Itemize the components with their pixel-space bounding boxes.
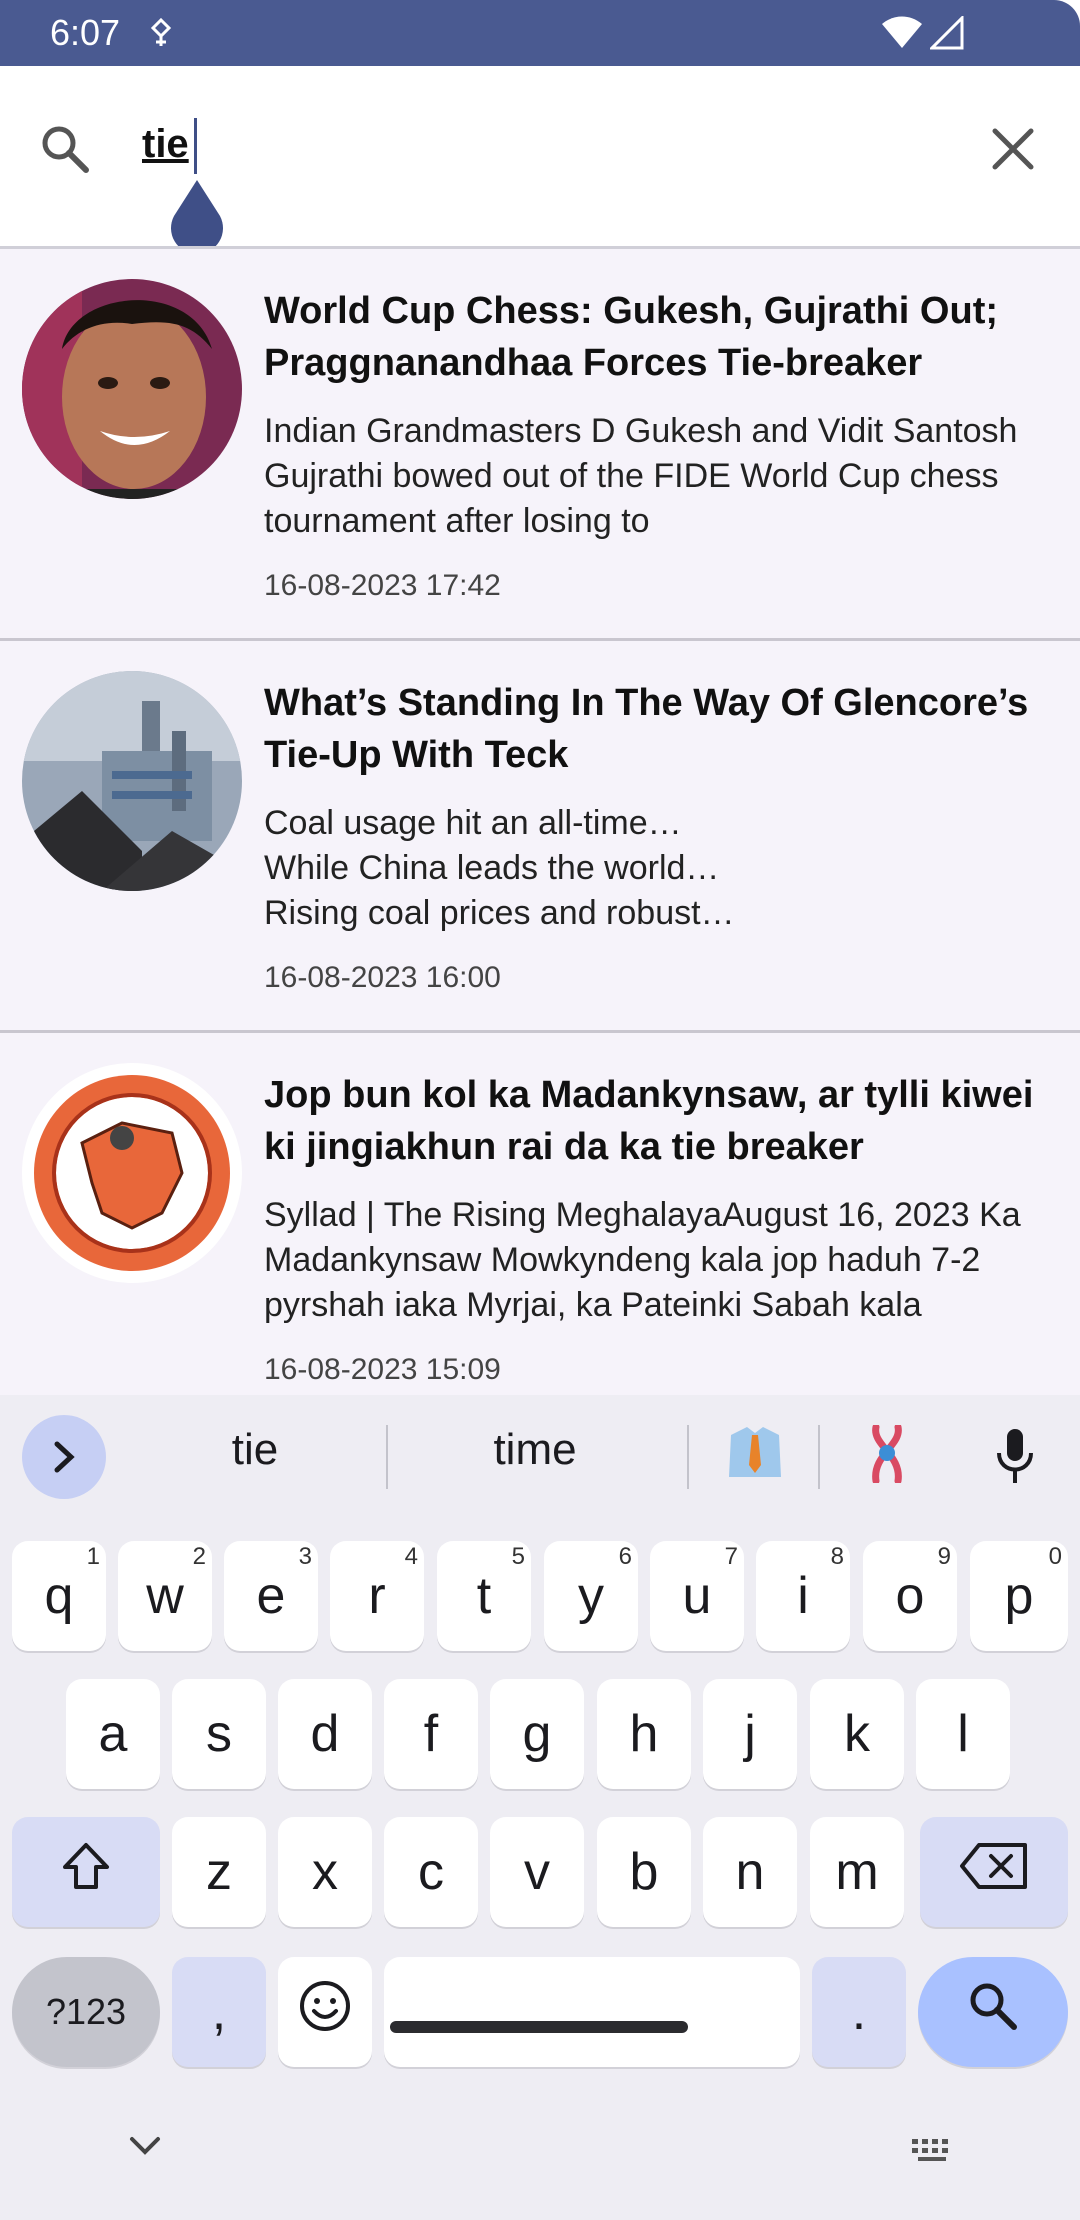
article-description: Syllad | The Rising MeghalayaAugust 16, … [264,1196,1021,1324]
status-bar: 6:07 [0,0,1080,66]
key-label: r [368,1567,386,1625]
key-h[interactable]: h [597,1679,691,1789]
microphone-icon[interactable] [995,1427,1035,1490]
key-hint: 2 [192,1543,206,1570]
key-label: y [578,1567,604,1625]
key-o[interactable]: o9 [863,1541,957,1651]
symbols-key[interactable]: ?123 [12,1957,160,2067]
key-z[interactable]: z [172,1817,266,1927]
sim-card-icon [148,17,174,53]
divider [818,1425,820,1489]
key-q[interactable]: q1 [12,1541,106,1651]
space-key[interactable] [384,1957,800,2067]
key-s[interactable]: s [172,1679,266,1789]
search-icon [38,122,92,181]
key-hint: 4 [404,1543,418,1570]
emoji-key[interactable] [278,1957,372,2067]
article-thumbnail [22,1063,242,1283]
key-y[interactable]: y6 [544,1541,638,1651]
key-a[interactable]: a [66,1679,160,1789]
suggestion-time[interactable]: time [440,1425,630,1475]
shirt-tie-emoji-icon[interactable] [725,1425,785,1490]
key-p[interactable]: p0 [970,1541,1068,1651]
key-c[interactable]: c [384,1817,478,1927]
key-g[interactable]: g [490,1679,584,1789]
article-date: 16-08-2023 16:00 [264,961,501,994]
list-item[interactable]: Jop bun kol ka Madankynsaw, ar tylli kiw… [0,1033,1080,1395]
key-hint: 0 [1048,1543,1062,1570]
key-hint: 3 [298,1543,312,1570]
home-indicator[interactable] [390,2021,688,2033]
key-b[interactable]: b [597,1817,691,1927]
key-label: e [256,1567,286,1625]
divider [687,1425,689,1489]
results-list[interactable]: World Cup Chess: Gukesh, Gujrathi Out; P… [0,249,1080,1395]
article-date: 16-08-2023 17:42 [264,569,501,602]
article-thumbnail [22,279,242,499]
key-d[interactable]: d [278,1679,372,1789]
keyboard: tie time q1 w2 e3 r4 t5 y6 u7 i8 o9 p0 a… [0,1395,1080,2220]
key-i[interactable]: i8 [756,1541,850,1651]
signal-icon [928,14,964,55]
list-item[interactable]: World Cup Chess: Gukesh, Gujrathi Out; P… [0,249,1080,641]
emoji-icon [298,1979,352,2046]
search-input[interactable]: tie [142,122,962,167]
article-description: Indian Grandmasters D Gukesh and Vidit S… [264,412,1018,540]
shift-key[interactable] [12,1817,160,1927]
key-v[interactable]: v [490,1817,584,1927]
keyboard-switch-icon[interactable] [910,2137,956,2168]
key-n[interactable]: n [703,1817,797,1927]
hide-keyboard-icon[interactable] [128,2135,162,2162]
key-t[interactable]: t5 [437,1541,531,1651]
key-w[interactable]: w2 [118,1541,212,1651]
article-title: World Cup Chess: Gukesh, Gujrathi Out; P… [264,290,999,384]
key-label: i [797,1567,809,1625]
article-thumbnail [22,671,242,891]
key-hint: 1 [86,1543,100,1570]
key-hint: 8 [830,1543,844,1570]
expand-suggestions-button[interactable] [22,1415,106,1499]
close-icon[interactable] [990,126,1036,177]
article-date: 16-08-2023 15:09 [264,1353,501,1386]
key-l[interactable]: l [916,1679,1010,1789]
shift-icon [59,1839,113,1906]
search-icon [966,1979,1020,2046]
key-hint: 5 [511,1543,525,1570]
key-label: u [682,1567,712,1625]
key-hint: 9 [937,1543,951,1570]
backspace-key[interactable] [920,1817,1068,1927]
divider [386,1425,388,1489]
article-title: Jop bun kol ka Madankynsaw, ar tylli kiw… [264,1074,1034,1168]
suggestion-tie[interactable]: tie [170,1425,340,1475]
comma-key[interactable]: , [172,1957,266,2067]
period-key[interactable]: . [812,1957,906,2067]
key-label: t [476,1567,492,1625]
key-label: p [1004,1567,1034,1625]
status-time: 6:07 [50,12,121,53]
key-label: o [895,1567,925,1625]
article-title: What’s Standing In The Way Of Glencore’s… [264,682,1029,776]
knot-emoji-icon[interactable] [862,1423,912,1494]
key-x[interactable]: x [278,1817,372,1927]
wifi-icon [880,16,924,55]
key-hint: 6 [618,1543,632,1570]
key-label: w [146,1567,184,1625]
article-description: Coal usage hit an all-time… While China … [264,804,735,932]
key-r[interactable]: r4 [330,1541,424,1651]
search-key[interactable] [918,1957,1068,2067]
key-m[interactable]: m [810,1817,904,1927]
key-j[interactable]: j [703,1679,797,1789]
backspace-icon [959,1841,1029,1904]
key-label: q [44,1567,74,1625]
key-e[interactable]: e3 [224,1541,318,1651]
key-k[interactable]: k [810,1679,904,1789]
list-item[interactable]: What’s Standing In The Way Of Glencore’s… [0,641,1080,1033]
cursor-handle-icon[interactable] [168,176,226,255]
key-hint: 7 [724,1543,738,1570]
key-f[interactable]: f [384,1679,478,1789]
search-bar: tie [0,66,1080,255]
text-cursor [194,118,197,174]
key-u[interactable]: u7 [650,1541,744,1651]
